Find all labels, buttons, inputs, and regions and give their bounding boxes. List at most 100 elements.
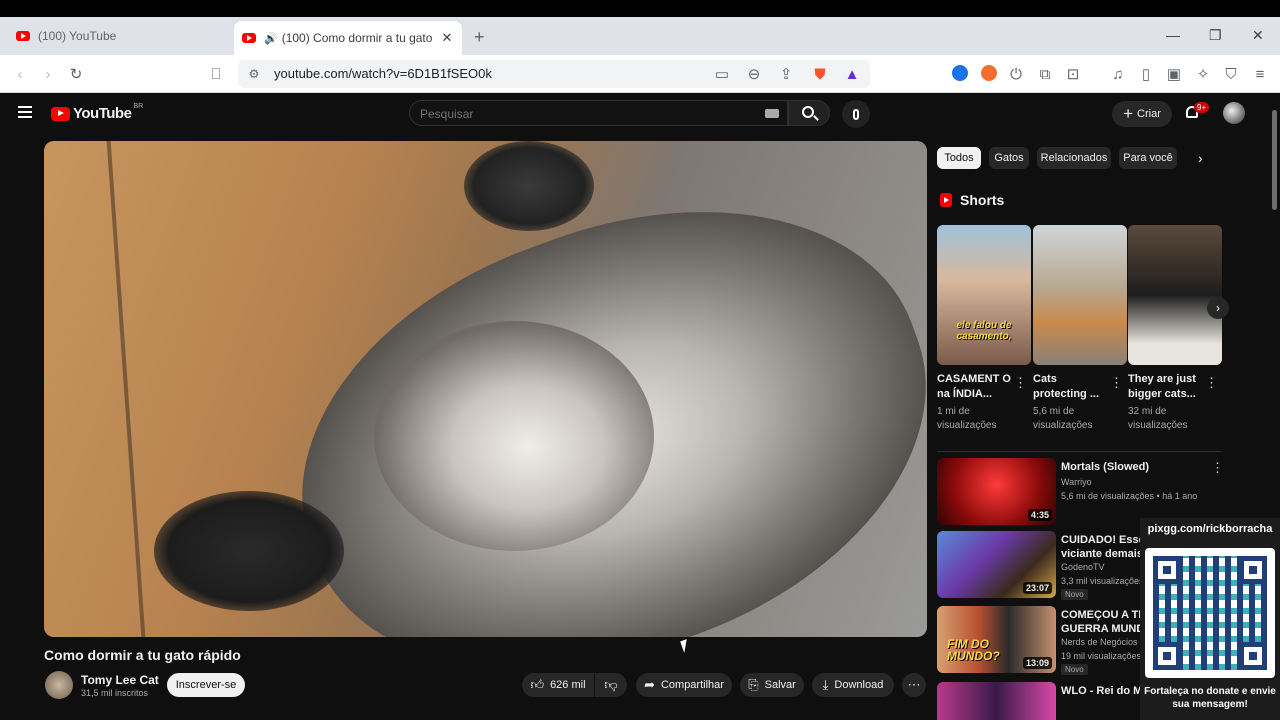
cast-icon[interactable]: ▭ — [712, 64, 732, 84]
window-close-icon[interactable]: ✕ — [1252, 27, 1264, 44]
rec-meta: 3,3 mil visualizações — [1061, 576, 1144, 586]
like-button[interactable]: 👍︎ 626 mil — [522, 673, 594, 697]
chip-todos[interactable]: Todos — [937, 147, 981, 169]
subscribe-button[interactable]: Inscrever-se — [167, 673, 245, 697]
more-vertical-icon[interactable]: ⋮ — [1205, 375, 1218, 391]
share-icon[interactable]: ⇪ — [776, 64, 796, 84]
site-settings-icon[interactable]: ⚙ — [244, 64, 264, 84]
zoom-icon[interactable]: ⊖ — [744, 64, 764, 84]
thumbnail-text: FIM DO MUNDO? — [947, 637, 1000, 663]
youtube-favicon-icon — [16, 31, 30, 41]
account-avatar[interactable] — [1223, 102, 1245, 124]
restore-icon[interactable]: ❐ — [1209, 27, 1222, 44]
wallet-icon[interactable]: ▣ — [1164, 64, 1184, 84]
short-thumbnail[interactable] — [1128, 225, 1222, 365]
leo-ai-icon[interactable]: ✧ — [1193, 64, 1213, 84]
video-thumbnail[interactable] — [937, 682, 1056, 720]
logo-wordmark: YouTube — [73, 105, 132, 122]
download-button[interactable]: ⤓ Download — [812, 673, 894, 697]
channel-avatar[interactable] — [45, 671, 73, 699]
brave-shields-icon[interactable]: ⛊ — [810, 64, 830, 84]
video-thumbnail[interactable]: 4:35 — [937, 458, 1056, 525]
plus-icon: + — [1123, 104, 1134, 123]
tab-close-icon[interactable]: ✕ — [438, 30, 456, 46]
dislike-button[interactable]: 👎︎ — [595, 673, 627, 697]
minimize-icon[interactable]: — — [1166, 27, 1180, 43]
qr-pattern — [1153, 556, 1267, 670]
new-tab-icon[interactable]: + — [474, 27, 485, 48]
search-input[interactable] — [420, 105, 750, 123]
chip-para-voce[interactable]: Para você — [1119, 147, 1177, 169]
sidebar-icon[interactable]: ▯ — [1136, 64, 1156, 84]
short-title[interactable]: They are just bigger cats... — [1128, 372, 1204, 402]
scrollbar-thumb[interactable] — [1272, 110, 1277, 210]
search-button[interactable] — [788, 100, 830, 126]
tab-current-video[interactable]: 🔊 (100) Como dormir a tu gato ✕ — [234, 21, 462, 55]
channel-name[interactable]: Tomy Lee Cat — [81, 673, 159, 687]
short-item[interactable]: ele falou de casamento, CASAMENT O na ÍN… — [937, 225, 1031, 433]
youtube-logo[interactable]: YouTube BR — [51, 103, 143, 122]
thumbs-up-icon: 👍︎ — [530, 677, 545, 692]
short-item[interactable]: They are just bigger cats... 32 mi de vi… — [1128, 225, 1222, 433]
video-player[interactable] — [44, 141, 927, 637]
more-vertical-icon[interactable]: ⋮ — [1211, 460, 1224, 476]
rec-channel[interactable]: Nerds de Negócios — [1061, 637, 1138, 647]
short-thumbnail[interactable]: ele falou de casamento, — [937, 225, 1031, 365]
notification-badge: 9+ — [1194, 102, 1210, 113]
keyboard-icon[interactable] — [765, 109, 779, 118]
power-icon[interactable]: ⏻ — [1006, 64, 1026, 84]
more-actions-button[interactable]: ⋯ — [902, 673, 926, 697]
duration-badge: 4:35 — [1027, 509, 1052, 521]
guide-menu-icon[interactable] — [18, 106, 32, 118]
recommendation-item[interactable]: 4:35 Mortals (Slowed) Warriyo 5,6 mi de … — [937, 458, 1257, 526]
share-button[interactable]: ➦ Compartilhar — [636, 673, 732, 697]
address-bar[interactable]: ⚙ youtube.com/watch?v=6D1B1fSEO0k ▭ ⊖ ⇪ … — [238, 60, 870, 88]
qr-finder — [1239, 556, 1267, 584]
shorts-heading-label: Shorts — [960, 192, 1005, 208]
more-vertical-icon[interactable]: ⋮ — [1014, 375, 1027, 391]
save-button[interactable]: ⎘ Salvar — [740, 673, 804, 697]
reload-icon[interactable]: ↻ — [66, 64, 86, 84]
extensions-puzzle-icon[interactable]: ⧉ — [1035, 64, 1055, 84]
tab-youtube-home[interactable]: (100) YouTube — [8, 21, 228, 51]
short-thumbnail[interactable] — [1033, 225, 1127, 365]
brave-rewards-icon[interactable]: ▲ — [842, 64, 862, 84]
video-thumbnail[interactable]: FIM DO MUNDO? 13:09 — [937, 606, 1056, 673]
media-icon[interactable]: ♫ — [1108, 64, 1128, 84]
like-count: 626 mil — [550, 679, 586, 691]
short-title[interactable]: Cats protecting ... — [1033, 372, 1109, 402]
chevron-right-icon[interactable]: › — [1198, 150, 1203, 166]
qr-finder — [1153, 642, 1181, 670]
forward-icon[interactable]: › — [38, 64, 58, 84]
video-frame-paw — [464, 141, 594, 231]
rec-channel[interactable]: GodenoTV — [1061, 562, 1105, 572]
microphone-icon — [853, 108, 859, 120]
bookmark-icon[interactable]: ⎕ — [206, 64, 226, 84]
extension-icon[interactable] — [952, 65, 968, 81]
search-box[interactable] — [409, 100, 788, 126]
menu-icon[interactable]: ≡ — [1250, 64, 1270, 84]
chip-gatos[interactable]: Gatos — [989, 147, 1029, 169]
youtube-page: YouTube BR + Criar 9+ Como dormir a t — [0, 94, 1280, 720]
youtube-play-icon — [51, 106, 70, 121]
speaker-icon[interactable]: 🔊 — [264, 32, 278, 45]
rec-title[interactable]: Mortals (Slowed) — [1061, 460, 1181, 474]
voice-search-button[interactable] — [842, 100, 870, 128]
short-item[interactable]: Cats protecting ... 5,6 mi de visualizaç… — [1033, 225, 1127, 433]
video-thumbnail[interactable]: 23:07 — [937, 531, 1056, 598]
extension-icon[interactable] — [981, 65, 997, 81]
screenshot-icon[interactable]: ⊡ — [1063, 64, 1083, 84]
create-button[interactable]: + Criar — [1112, 101, 1172, 127]
rec-channel[interactable]: Warriyo — [1061, 477, 1092, 487]
shorts-next-button[interactable]: › — [1207, 297, 1229, 319]
vpn-icon[interactable]: ⛉ — [1221, 64, 1241, 84]
youtube-header: YouTube BR + Criar 9+ — [0, 94, 1270, 134]
short-views: 1 mi de visualizações — [937, 406, 997, 431]
new-badge: Novo — [1061, 664, 1088, 675]
more-vertical-icon[interactable]: ⋮ — [1110, 375, 1123, 391]
chip-relacionados[interactable]: Relacionados — [1037, 147, 1111, 169]
back-icon[interactable]: ‹ — [10, 64, 30, 84]
short-title[interactable]: CASAMENT O na ÍNDIA... — [937, 372, 1013, 402]
tab-title: (100) YouTube — [38, 29, 117, 43]
share-arrow-icon: ➦ — [644, 677, 655, 692]
